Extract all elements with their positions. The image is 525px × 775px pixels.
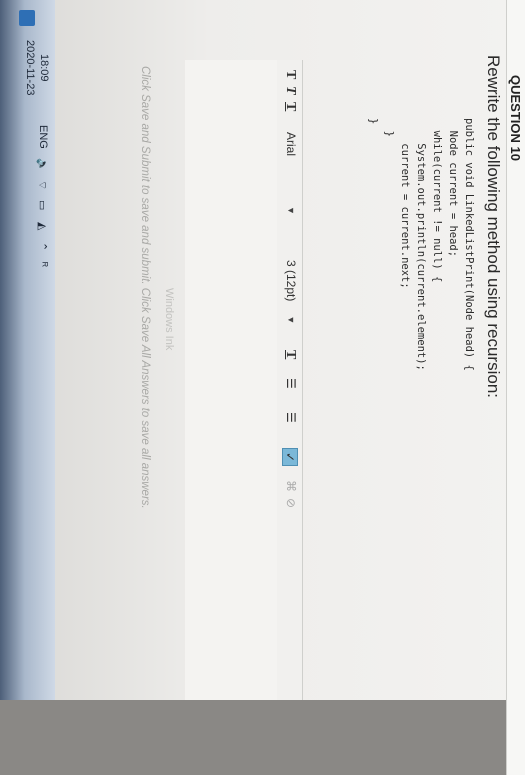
code-line-3: while(current != null) {: [431, 118, 443, 283]
chevron-up-icon[interactable]: ⌃: [36, 242, 49, 251]
people-icon[interactable]: ᴿ: [37, 262, 49, 267]
text-color-button[interactable]: T: [282, 350, 298, 359]
battery-icon[interactable]: ▭: [36, 200, 49, 210]
bullet-list-button[interactable]: ☰: [284, 378, 298, 389]
windows-icon[interactable]: [19, 10, 35, 26]
screen: QUESTION 10 Rewrite the following method…: [0, 0, 525, 775]
numbered-list-button[interactable]: ☰: [284, 412, 298, 423]
spellcheck-icon: ✓: [283, 452, 297, 463]
code-line-2: Node current = head;: [447, 118, 459, 258]
bullet-list-icon: ☰: [284, 378, 298, 389]
system-clock[interactable]: 18:09 2020-11-23: [23, 40, 51, 95]
chevron-down-icon: ▼: [286, 206, 296, 215]
network-icon[interactable]: ◭: [36, 222, 49, 230]
code-line-5: current = current.next;: [399, 118, 411, 289]
code-line-1: public void LinkedListPrint(Node head) {: [463, 118, 475, 371]
submit-instructions: Click Save and Submit to save and submit…: [139, 66, 151, 509]
code-line-6: }: [383, 118, 395, 137]
numbered-list-icon: ☰: [284, 412, 298, 423]
code-block: public void LinkedListPrint(Node head) {…: [365, 118, 477, 371]
language-indicator[interactable]: ENG: [37, 125, 49, 149]
windows-taskbar: 18:09 2020-11-23 ENG 🔈 ⌔ ▭ ◭ ⌃ ᴿ: [0, 0, 55, 700]
question-prompt: Rewrite the following method using recur…: [484, 55, 503, 399]
italic-button[interactable]: T: [282, 86, 298, 95]
question-header: QUESTION 10: [506, 0, 525, 775]
font-size-value: 3 (12pt): [284, 260, 298, 302]
code-line-4: System.out.println(current.element);: [415, 118, 427, 371]
font-family-select[interactable]: Arial ▼: [284, 132, 298, 215]
clock-date: 2020-11-23: [24, 40, 36, 96]
volume-icon[interactable]: 🔈: [36, 158, 49, 172]
unlink-icon[interactable]: ⊘: [284, 498, 298, 508]
underline-button[interactable]: T: [282, 102, 298, 111]
font-family-value: Arial: [284, 132, 298, 157]
editor-toolbar: T T T Arial ▼ 3 (12pt) ▼ T ☰ ☰ ✓ ⌘ ⊘: [275, 60, 303, 700]
link-icon[interactable]: ⌘: [284, 480, 298, 492]
editor-watermark: Windows Ink: [163, 288, 175, 351]
code-line-7: }: [367, 118, 379, 125]
chevron-down-icon: ▼: [286, 315, 296, 325]
answer-editor[interactable]: [185, 60, 277, 700]
bold-button[interactable]: T: [282, 70, 298, 79]
wifi-icon[interactable]: ⌔: [35, 180, 49, 190]
font-size-select[interactable]: 3 (12pt) ▼: [284, 260, 298, 324]
spellcheck-button[interactable]: ✓: [282, 448, 298, 467]
clock-time: 18:09: [38, 53, 50, 82]
